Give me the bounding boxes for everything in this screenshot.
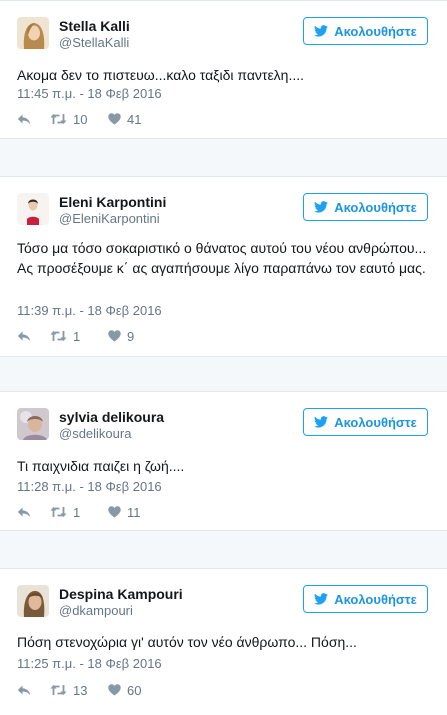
heart-icon	[108, 684, 121, 696]
follow-button[interactable]: Ακολουθήστε	[303, 17, 428, 45]
like-count: 9	[127, 328, 135, 344]
reply-button[interactable]	[17, 331, 50, 342]
tweet-timestamp[interactable]: 11:45 π.μ. - 18 Φεβ 2016	[17, 86, 162, 101]
retweet-icon	[50, 113, 67, 125]
retweet-count: 1	[73, 504, 81, 520]
retweet-icon	[50, 330, 67, 342]
reply-button[interactable]	[17, 685, 50, 696]
retweet-button[interactable]: 1	[50, 329, 108, 344]
tweet-text: Τι παιχνιδια παιζει η ζωή....	[17, 458, 185, 474]
tweet-actions: 13 60	[17, 681, 141, 699]
tweet-timestamp[interactable]: 11:28 π.μ. - 18 Φεβ 2016	[17, 479, 162, 494]
retweet-button[interactable]: 13	[50, 683, 108, 698]
avatar[interactable]	[17, 408, 49, 440]
tweet-card: Eleni Karpontini @EleniKarpontini Ακολου…	[0, 176, 447, 357]
user-name[interactable]: Eleni Karpontini	[59, 194, 166, 210]
follow-label: Ακολουθήστε	[334, 199, 417, 215]
reply-icon	[17, 114, 31, 125]
avatar[interactable]	[17, 193, 49, 225]
like-button[interactable]: 60	[108, 683, 141, 698]
tweet-card: Stella Kalli @StellaKalli Ακολουθήστε Ακ…	[0, 0, 447, 139]
tweet-text: Ακομα δεν το πιστευω...καλο ταξιδι παντε…	[17, 67, 305, 83]
reply-icon	[17, 685, 31, 696]
twitter-bird-icon	[314, 201, 329, 213]
user-name[interactable]: Stella Kalli	[59, 18, 130, 34]
heart-icon	[108, 506, 121, 518]
retweet-count: 13	[73, 682, 88, 698]
tweet-actions: 1 11	[17, 503, 141, 521]
twitter-bird-icon	[314, 25, 329, 37]
like-button[interactable]: 41	[108, 112, 141, 127]
tweet-text: Πόση στενοχώρια γι' αυτόν τον νέο άνθρωπ…	[17, 634, 357, 650]
tweet-card: Despina Kampouri @dkampouri Ακολουθήστε …	[0, 568, 447, 715]
like-button[interactable]: 9	[108, 329, 134, 344]
tweet-actions: 10 41	[17, 110, 141, 128]
retweet-icon	[50, 506, 67, 518]
heart-icon	[108, 113, 121, 125]
user-name[interactable]: Despina Kampouri	[59, 586, 183, 602]
like-button[interactable]: 11	[108, 505, 141, 520]
retweet-button[interactable]: 1	[50, 505, 108, 520]
user-handle[interactable]: @StellaKalli	[59, 35, 129, 50]
twitter-bird-icon	[314, 593, 329, 605]
twitter-bird-icon	[314, 416, 329, 428]
follow-label: Ακολουθήστε	[334, 414, 417, 430]
user-handle[interactable]: @dkampouri	[59, 603, 133, 618]
avatar[interactable]	[17, 17, 49, 49]
tweet-card: sylvia delikoura @sdelikoura Ακολουθήστε…	[0, 391, 447, 531]
retweet-button[interactable]: 10	[50, 112, 108, 127]
reply-button[interactable]	[17, 114, 50, 125]
reply-icon	[17, 507, 31, 518]
retweet-icon	[50, 684, 67, 696]
tweet-timestamp[interactable]: 11:39 π.μ. - 18 Φεβ 2016	[17, 303, 162, 318]
like-count: 41	[127, 111, 142, 127]
reply-icon	[17, 331, 31, 342]
follow-label: Ακολουθήστε	[334, 23, 417, 39]
follow-label: Ακολουθήστε	[334, 591, 417, 607]
reply-button[interactable]	[17, 507, 50, 518]
tweet-text: Τόσο μα τόσο σοκαριστικό ο θάνατος αυτού…	[17, 240, 427, 276]
follow-button[interactable]: Ακολουθήστε	[303, 193, 428, 221]
retweet-count: 10	[73, 111, 88, 127]
tweet-timestamp[interactable]: 11:25 π.μ. - 18 Φεβ 2016	[17, 656, 162, 671]
user-handle[interactable]: @sdelikoura	[59, 426, 131, 441]
tweet-actions: 1 9	[17, 327, 134, 345]
follow-button[interactable]: Ακολουθήστε	[303, 585, 428, 613]
like-count: 60	[127, 682, 142, 698]
like-count: 11	[127, 504, 141, 520]
user-handle[interactable]: @EleniKarpontini	[59, 211, 160, 226]
follow-button[interactable]: Ακολουθήστε	[303, 408, 428, 436]
avatar[interactable]	[17, 585, 49, 617]
user-name[interactable]: sylvia delikoura	[59, 409, 164, 425]
retweet-count: 1	[73, 328, 81, 344]
heart-icon	[108, 330, 121, 342]
